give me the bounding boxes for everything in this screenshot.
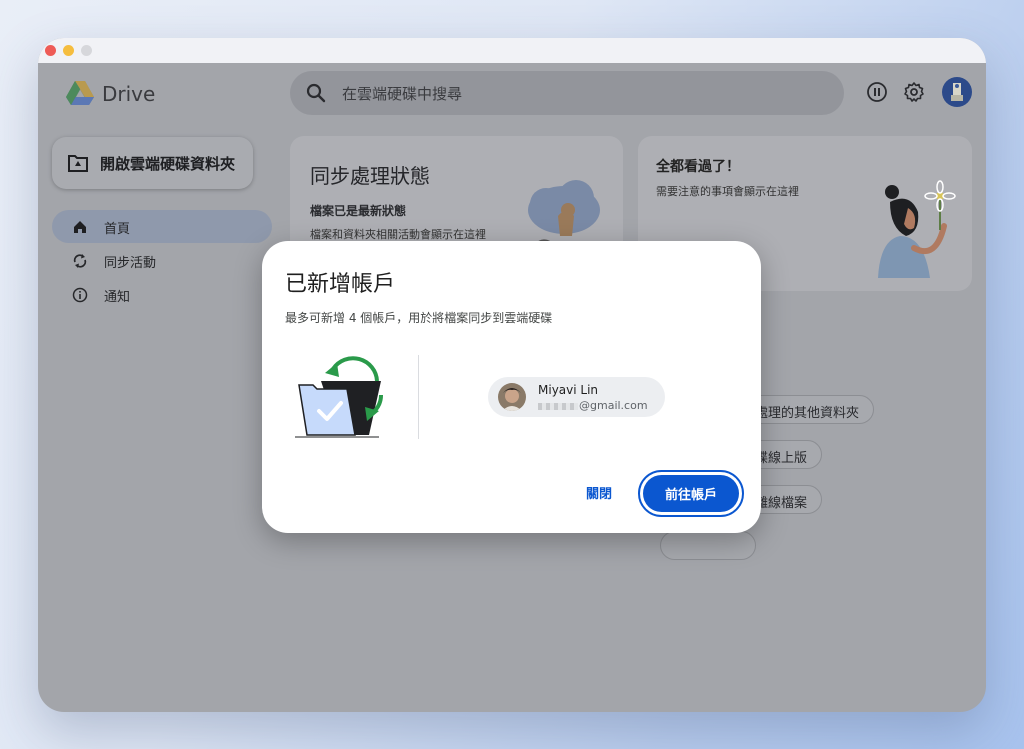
chip-label: 離線檔案 xyxy=(755,496,808,511)
close-window-button[interactable] xyxy=(45,45,56,56)
go-to-account-button[interactable]: 前往帳戶 xyxy=(643,475,739,512)
dialog-title: 已新增帳戶 xyxy=(285,272,396,297)
close-button[interactable]: 關閉 xyxy=(586,483,612,502)
zoom-window-button[interactable] xyxy=(81,45,92,56)
sidebar-item-sync-activity[interactable]: 同步活動 xyxy=(52,244,272,277)
sidebar-item-label: 同步活動 xyxy=(104,256,157,271)
sync-status-subtitle: 檔案已是最新狀態 xyxy=(310,204,407,218)
account-avatar xyxy=(498,383,526,411)
gear-icon[interactable] xyxy=(903,81,925,103)
focus-ring: 前往帳戶 xyxy=(638,470,744,517)
folder-drive-icon xyxy=(68,155,88,172)
dialog-divider xyxy=(418,355,419,439)
chip-label: 處理的其他資料夾 xyxy=(755,406,860,421)
sidebar-item-label: 首頁 xyxy=(104,222,131,237)
sync-status-title: 同步處理狀態 xyxy=(310,164,430,188)
account-chip[interactable]: Miyavi Lin @gmail.com xyxy=(488,377,665,417)
minimize-window-button[interactable] xyxy=(63,45,74,56)
sync-icon xyxy=(73,254,87,268)
dialog-description: 最多可新增 4 個帳戶，用於將檔案同步到雲端硬碟 xyxy=(285,311,553,325)
drive-logo-icon xyxy=(66,81,94,105)
woman-flower-illustration xyxy=(878,180,956,278)
info-icon xyxy=(72,287,88,303)
folder-sync-illustration xyxy=(295,356,384,438)
avatar-emblem-icon xyxy=(951,83,963,101)
sidebar-item-notifications[interactable]: 通知 xyxy=(52,278,272,311)
chip-label: 碟線上版 xyxy=(755,451,808,466)
search-icon xyxy=(306,83,326,103)
notice-description: 需要注意的事項會顯示在這裡 xyxy=(656,185,799,198)
title-bar xyxy=(38,38,986,63)
account-name: Miyavi Lin xyxy=(538,383,599,397)
notice-title: 全都看過了！ xyxy=(656,159,740,175)
open-drive-folder-button[interactable]: 開啟雲端硬碟資料夾 xyxy=(52,137,253,189)
chip-hidden[interactable] xyxy=(660,531,756,560)
search-bar[interactable]: 在雲端硬碟中搜尋 xyxy=(290,71,844,115)
account-email-domain: @gmail.com xyxy=(579,399,648,412)
user-avatar[interactable] xyxy=(942,77,972,107)
home-icon xyxy=(74,221,86,233)
drive-brand: Drive xyxy=(102,82,156,106)
search-placeholder: 在雲端硬碟中搜尋 xyxy=(342,85,463,103)
profile-photo-icon xyxy=(498,383,526,411)
sync-status-card: 同步處理狀態 檔案已是最新狀態 檔案和資料夾相關活動會顯示在這裡 xyxy=(290,136,623,256)
open-drive-folder-label: 開啟雲端硬碟資料夾 xyxy=(100,155,236,173)
account-added-dialog: 已新增帳戶 最多可新增 4 個帳戶，用於將檔案同步到雲端硬碟 Miyavi Li… xyxy=(262,241,761,533)
sidebar-item-home[interactable]: 首頁 xyxy=(52,210,272,243)
account-email: @gmail.com xyxy=(538,399,648,412)
pause-sync-icon[interactable] xyxy=(866,81,888,103)
sync-status-description: 檔案和資料夾相關活動會顯示在這裡 xyxy=(310,228,486,241)
sidebar-item-label: 通知 xyxy=(104,290,131,305)
